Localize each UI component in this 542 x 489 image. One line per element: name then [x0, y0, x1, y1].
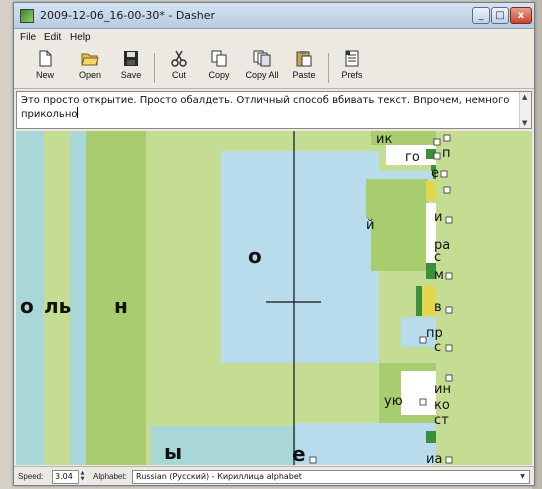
- scroll-down-arrow-icon[interactable]: ▼: [522, 119, 527, 127]
- spin-down-icon[interactable]: ▼: [79, 476, 86, 482]
- clipboard-paste-icon: [295, 50, 313, 67]
- block-ra: [371, 219, 426, 271]
- label-p: п: [442, 146, 451, 161]
- menu-help[interactable]: Help: [70, 32, 91, 43]
- paste-label: Paste: [292, 70, 316, 80]
- text-scrollbar[interactable]: ▲ ▼: [519, 92, 531, 128]
- toolbar-separator: [154, 53, 155, 83]
- toolbar-separator: [328, 53, 329, 83]
- label-o-big: о: [248, 244, 262, 268]
- label-o-left: о: [20, 294, 34, 318]
- label-ik: ик: [376, 132, 392, 147]
- copy-icon: [210, 50, 228, 67]
- region-o-big: [221, 151, 379, 363]
- block-y-short-inner: [366, 179, 428, 219]
- copy-all-label: Copy All: [245, 70, 279, 80]
- toolbar: New Open Save Cut Copy Copy All Paste Pr…: [14, 47, 534, 89]
- open-button[interactable]: Open: [72, 50, 108, 86]
- column-right: [436, 131, 532, 465]
- label-st: ст: [434, 413, 449, 428]
- dasher-canvas[interactable]: ик го п е й и ра с м о о ль н в пр с ую …: [16, 131, 532, 465]
- marker-box: [445, 456, 453, 464]
- text-output-area[interactable]: Это просто открытие. Просто обалдеть. От…: [16, 91, 532, 129]
- prefs-button[interactable]: Prefs: [336, 50, 368, 86]
- marker-box: [443, 134, 451, 142]
- region-e-big: [296, 423, 436, 465]
- label-l: ль: [44, 294, 71, 318]
- label-s: с: [434, 250, 441, 265]
- speed-spinner[interactable]: ▲ ▼: [78, 470, 86, 484]
- speed-label: Speed:: [18, 472, 44, 481]
- marker-box: [433, 152, 441, 160]
- label-e-small: е: [431, 166, 439, 181]
- label-in: ин: [434, 382, 451, 397]
- open-label: Open: [78, 70, 102, 80]
- window-title: 2009-12-06_16-00-30* - Dasher: [40, 9, 216, 22]
- chevron-down-icon[interactable]: ▼: [517, 472, 528, 482]
- new-button[interactable]: New: [28, 50, 62, 86]
- marker-box: [419, 336, 427, 344]
- copy-all-button[interactable]: Copy All: [242, 50, 282, 86]
- label-m: м: [434, 268, 444, 283]
- marker-box: [309, 456, 317, 464]
- alphabet-select[interactable]: Russian (Русский) - Кириллица alphabet ▼: [132, 470, 530, 484]
- menu-edit[interactable]: Edit: [44, 32, 61, 43]
- label-yu: ую: [384, 394, 403, 409]
- copy-all-icon: [253, 50, 271, 67]
- alphabet-selected-value: Russian (Русский) - Кириллица alphabet: [136, 472, 302, 481]
- save-disk-icon: [122, 50, 140, 67]
- marker-box: [445, 272, 453, 280]
- marker-box: [445, 344, 453, 352]
- minimize-button[interactable]: _: [472, 7, 490, 24]
- marker-box: [433, 138, 441, 146]
- block-in: [401, 371, 436, 415]
- marker-box: [443, 186, 451, 194]
- new-label: New: [35, 70, 54, 80]
- dasher-app-icon: [20, 9, 34, 23]
- dasher-zoom-view: ик го п е й и ра с м о о ль н в пр с ую …: [16, 131, 532, 465]
- save-button[interactable]: Save: [114, 50, 148, 86]
- label-y-hard: ы: [164, 440, 182, 464]
- label-ko: ко: [434, 398, 450, 413]
- label-i: и: [434, 210, 442, 225]
- status-bar: Speed: 3.04 ▲ ▼ Alphabet: Russian (Русск…: [14, 466, 534, 485]
- label-go: го: [405, 150, 420, 165]
- folder-open-icon: [81, 50, 99, 67]
- alphabet-label: Alphabet:: [93, 472, 127, 481]
- maximize-button[interactable]: □: [491, 7, 509, 24]
- menu-file[interactable]: File: [20, 32, 36, 43]
- label-s2: с: [434, 340, 441, 355]
- typed-text: Это просто открытие. Просто обалдеть. От…: [21, 94, 517, 121]
- marker-box: [440, 170, 448, 178]
- label-e-big: е: [292, 442, 306, 465]
- prefs-label: Prefs: [341, 70, 363, 80]
- column-cyan-stripe: [70, 131, 86, 465]
- close-button[interactable]: x: [510, 7, 532, 24]
- label-v: в: [434, 300, 442, 315]
- marker-box: [445, 306, 453, 314]
- save-label: Save: [120, 70, 142, 80]
- dasher-window: 2009-12-06_16-00-30* - Dasher _ □ x File…: [13, 2, 535, 486]
- block-v-dark: [416, 286, 422, 316]
- typed-text-content: Это просто открытие. Просто обалдеть. От…: [21, 95, 510, 120]
- label-y-short: й: [366, 218, 374, 233]
- scissors-icon: [170, 50, 188, 67]
- copy-label: Copy: [208, 70, 230, 80]
- paste-button[interactable]: Paste: [288, 50, 320, 86]
- label-pr: пр: [426, 326, 443, 341]
- preferences-icon: [343, 50, 361, 67]
- label-ia: иа: [426, 452, 442, 465]
- title-bar: 2009-12-06_16-00-30* - Dasher _ □ x: [14, 3, 534, 29]
- cut-label: Cut: [171, 70, 186, 80]
- cut-button[interactable]: Cut: [164, 50, 194, 86]
- marker-box: [445, 216, 453, 224]
- label-n: н: [114, 294, 128, 318]
- copy-button[interactable]: Copy: [202, 50, 236, 86]
- marker-box: [445, 374, 453, 382]
- marker-box: [419, 398, 427, 406]
- menu-bar: File Edit Help: [14, 30, 534, 47]
- scroll-up-arrow-icon[interactable]: ▲: [522, 93, 527, 101]
- new-document-icon: [36, 50, 54, 67]
- text-caret: [77, 107, 79, 118]
